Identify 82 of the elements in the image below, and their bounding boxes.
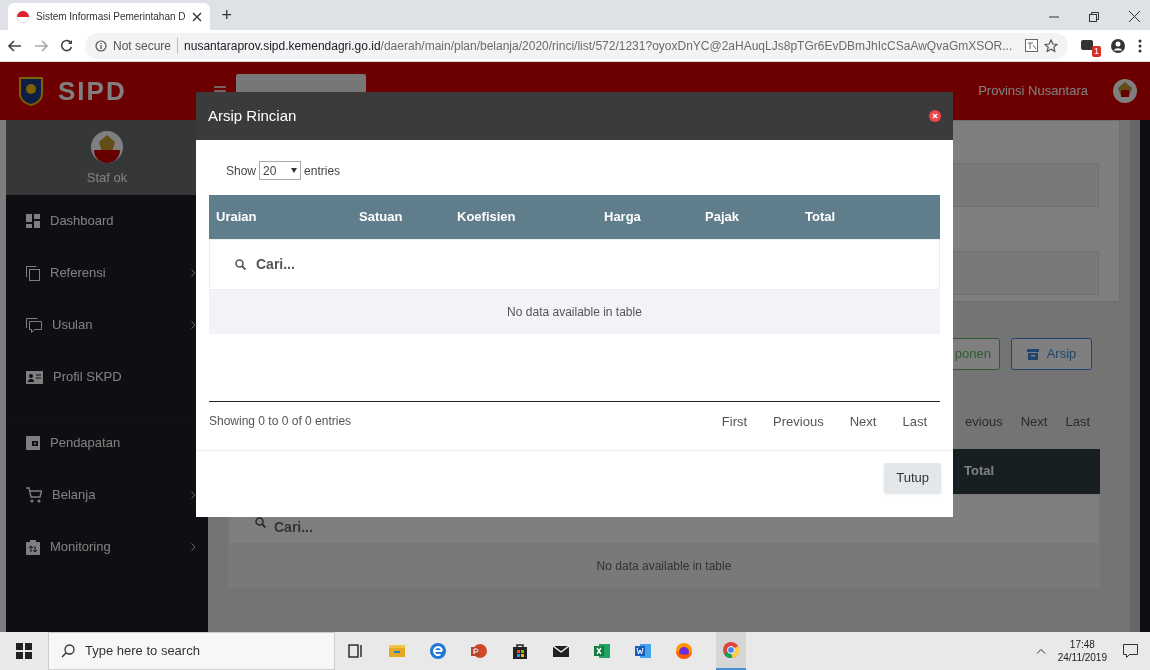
star-icon[interactable] — [1044, 38, 1058, 53]
table-info: Showing 0 to 0 of 0 entries — [209, 413, 353, 430]
column-header: Total — [804, 208, 837, 227]
translate-icon[interactable] — [1025, 39, 1038, 52]
shopping-bag-icon[interactable] — [511, 642, 529, 660]
search-icon — [61, 644, 75, 658]
search-icon — [235, 259, 246, 270]
close-button[interactable]: Tutup — [884, 463, 941, 493]
app-logo-text: SIPD — [58, 74, 127, 108]
sidebar-item[interactable]: Pendapatan — [6, 417, 208, 469]
clock[interactable]: 17:48 24/11/2019 — [1057, 638, 1107, 664]
search-field[interactable]: Cari... — [274, 516, 470, 538]
circle-logo-icon[interactable] — [722, 641, 740, 659]
length-label: Show — [226, 162, 257, 180]
column-header: Satuan — [358, 208, 404, 227]
notification-icon[interactable] — [1123, 644, 1138, 658]
taskbar-search-field[interactable]: Type here to search — [48, 632, 335, 670]
pagination-link[interactable]: Next — [849, 412, 877, 432]
id-card-icon — [26, 370, 43, 384]
search-icon — [255, 516, 266, 528]
sidebar-item[interactable]: Referensi — [6, 247, 208, 299]
column-header: Uraian — [215, 208, 258, 227]
close-icon[interactable] — [1129, 11, 1140, 22]
presentation-app-icon[interactable] — [470, 642, 488, 660]
url-text: nusantaraprov.sipd.kemendagri.go.id/daerah/main/plan/belanja/2020/rinci/list/572/1231?oyoxDnYC@2aHAuqLJs8pTGr6EvDBmJhIcCSaAwQvaGmXSOR... — [184, 37, 1013, 55]
length-label: entries — [304, 162, 341, 180]
pagination-link[interactable]: Previous — [773, 412, 824, 432]
column-header: Harga — [603, 208, 642, 227]
browser-tab[interactable]: Sistem Informasi Pemerintahan D — [8, 3, 210, 30]
emblem-icon — [18, 76, 44, 106]
new-tab-button[interactable]: + — [221, 6, 233, 24]
security-label: Not secure — [113, 37, 172, 55]
sidebar-item[interactable]: Dashboard — [6, 195, 208, 247]
flag-icon — [16, 9, 30, 24]
spreadsheet-app-icon[interactable] — [593, 642, 611, 660]
pagination-link[interactable]: Next — [1020, 412, 1048, 432]
profile-icon[interactable] — [1110, 37, 1126, 54]
pagination-link[interactable]: First — [721, 412, 748, 432]
restore-icon[interactable] — [1089, 11, 1099, 22]
chevron-up-icon[interactable] — [1035, 648, 1046, 654]
pagination-link[interactable]: Last — [1065, 412, 1090, 432]
page-length-select[interactable]: 20 — [259, 161, 302, 180]
caret-down-icon — [291, 168, 298, 173]
archive-box-icon — [1026, 348, 1039, 360]
extension-icon[interactable] — [1080, 37, 1094, 52]
info-icon[interactable] — [95, 39, 107, 52]
document-app-icon[interactable] — [634, 642, 652, 660]
sidebar-item[interactable]: Belanja — [6, 469, 208, 521]
task-view-icon[interactable] — [347, 642, 365, 660]
empty-row: No data available in table — [209, 290, 940, 334]
close-icon[interactable] — [929, 110, 941, 122]
dashboard-icon — [26, 214, 40, 228]
extension-badge: 1 — [1092, 45, 1101, 57]
column-header: Total — [964, 462, 995, 481]
wallet-icon — [26, 436, 40, 450]
folder-icon[interactable] — [388, 642, 406, 660]
back-arrow-icon[interactable] — [8, 39, 22, 52]
pagination-link[interactable]: evious — [965, 412, 1003, 432]
close-icon[interactable] — [191, 11, 202, 22]
column-header: Pajak — [704, 208, 740, 227]
sidebar-item[interactable]: Monitoring — [6, 521, 208, 573]
user-name: Staf ok — [86, 168, 128, 187]
reload-icon[interactable] — [60, 39, 73, 52]
address-bar[interactable]: Not secure nusantaraprov.sipd.kemendagri.go.id/daerah/main/plan/belanja/2020/rinci/list/572/1231?oyoxDnYC@2aHAuqLJs8pTGr6EvDBmJhIcCSaAwQvaGmXSOR... — [85, 32, 1068, 59]
modal-title: Arsip Rincian — [208, 105, 298, 126]
menu-icon[interactable] — [1138, 38, 1142, 53]
tab-title: Sistem Informasi Pemerintahan D — [36, 10, 186, 24]
browser-e-icon[interactable] — [429, 642, 447, 660]
sidebar-item[interactable]: Usulan — [6, 299, 208, 351]
windows-logo-icon[interactable] — [15, 642, 33, 660]
pagination-link[interactable]: Last — [902, 412, 927, 432]
cart-icon — [26, 487, 42, 503]
emblem-icon — [1112, 78, 1138, 104]
chat-icon — [26, 317, 42, 333]
copy-icon — [26, 265, 40, 281]
column-header: Koefisien — [456, 208, 517, 227]
search-field[interactable]: Cari... — [256, 254, 452, 275]
region-name[interactable]: Provinsi Nusantara — [978, 81, 1088, 101]
avatar-icon — [90, 129, 124, 164]
empty-row: No data available in table — [228, 543, 1100, 588]
clipboard-icon — [26, 539, 40, 555]
sidebar-item[interactable]: Profil SKPD — [6, 351, 208, 403]
